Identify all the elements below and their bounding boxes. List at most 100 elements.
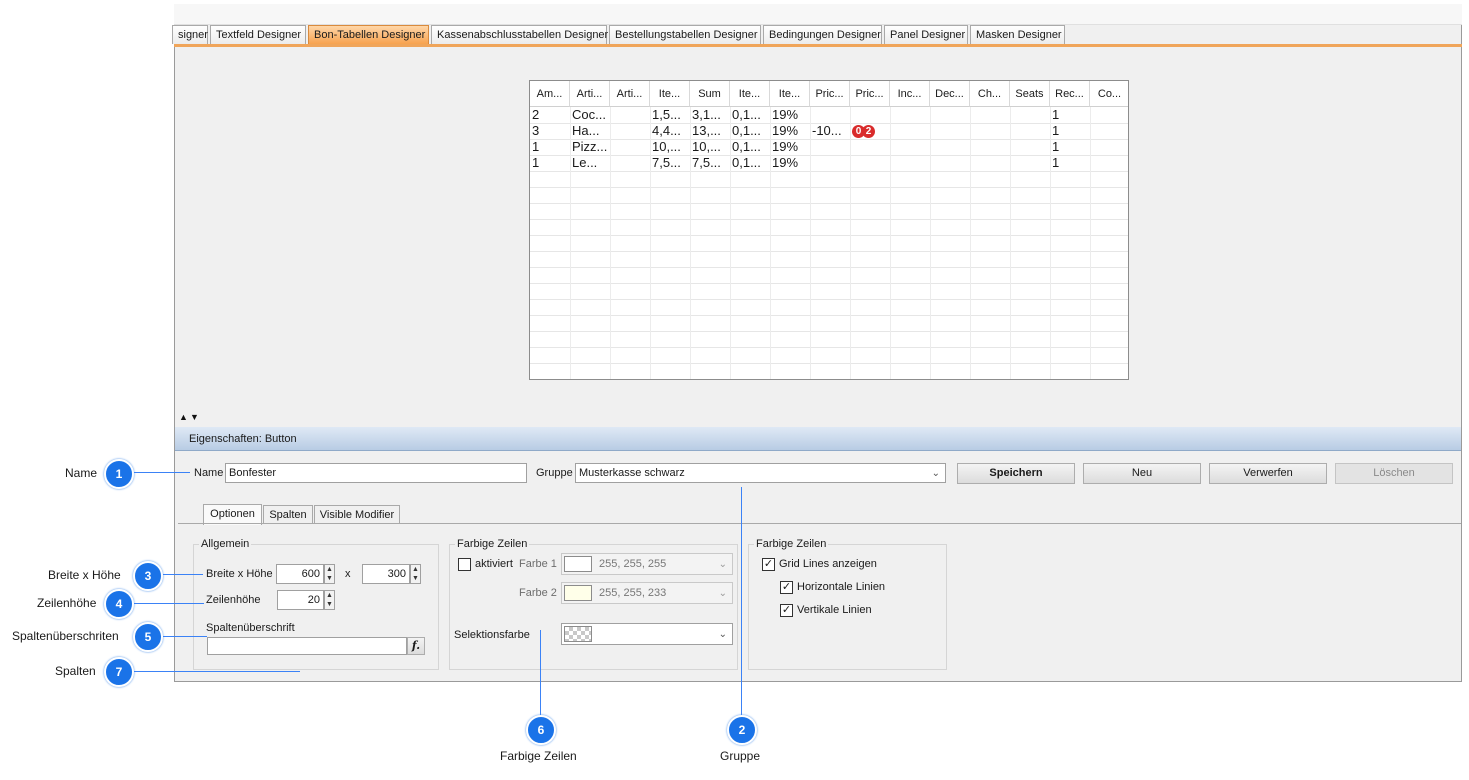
- color2-select: 255, 255, 233 ⌄: [561, 582, 733, 604]
- grid-line-horizontal: [530, 379, 1128, 380]
- grid-lines-title: Farbige Zeilen: [754, 538, 829, 550]
- tab-label: Bestellungstabellen Designer: [615, 29, 758, 41]
- table-cell: 7,5...: [692, 155, 721, 170]
- column-header[interactable]: Arti...: [610, 81, 650, 107]
- table-cell: 1: [1052, 139, 1060, 154]
- horizontal-lines-label: Horizontale Linien: [797, 581, 886, 593]
- tab-spalten[interactable]: Spalten: [263, 505, 313, 524]
- width-spinner[interactable]: ▲ ▼: [324, 564, 335, 584]
- grid-line-horizontal: [530, 155, 1128, 156]
- row-height-input[interactable]: 20: [277, 590, 324, 610]
- tab-masken-designer[interactable]: Masken Designer: [970, 25, 1065, 44]
- panel-splitter[interactable]: ▲ ▼: [175, 411, 1461, 425]
- chevron-down-icon: ⌄: [931, 468, 940, 479]
- spin-down-icon[interactable]: ▼: [411, 574, 420, 583]
- spin-down-icon[interactable]: ▼: [325, 600, 334, 609]
- grid-line-horizontal: [530, 315, 1128, 316]
- formula-icon[interactable]: f.: [407, 637, 425, 655]
- column-header[interactable]: Ite...: [770, 81, 810, 107]
- color1-value: 255, 255, 255: [599, 558, 667, 570]
- table-cell: 0,1...: [732, 155, 761, 170]
- grid-line-horizontal: [530, 219, 1128, 220]
- new-button[interactable]: Neu: [1083, 463, 1201, 484]
- table-cell: 19%: [772, 107, 799, 122]
- table-cell: 0,1...: [732, 107, 761, 122]
- height-input[interactable]: 300: [362, 564, 410, 584]
- tab-optionen[interactable]: Optionen: [203, 504, 262, 525]
- grid-lines-checkbox[interactable]: ✓: [762, 558, 775, 571]
- color2-value: 255, 255, 233: [599, 587, 667, 599]
- color2-label: Farbe 2: [519, 587, 557, 599]
- expand-down-icon[interactable]: ▼: [190, 412, 199, 422]
- color1-label: Farbe 1: [519, 558, 557, 570]
- color2-swatch: [564, 585, 592, 601]
- spin-down-icon[interactable]: ▼: [325, 574, 334, 583]
- grid-line-horizontal: [530, 203, 1128, 204]
- transparent-swatch-icon: [564, 626, 592, 642]
- badge-icon: 2: [862, 125, 875, 138]
- tab-visible-modifier[interactable]: Visible Modifier: [314, 505, 400, 524]
- save-button[interactable]: Speichern: [957, 463, 1075, 484]
- column-header[interactable]: Inc...: [890, 81, 930, 107]
- grid-line-vertical: [930, 107, 931, 379]
- activated-label: aktiviert: [475, 558, 513, 570]
- name-input[interactable]: Bonfester: [225, 463, 527, 483]
- receipt-table-preview[interactable]: Am... Arti... Arti... Ite... Sum Ite... Ite...…: [529, 80, 1129, 380]
- table-cell: 3: [532, 123, 540, 138]
- subtab-line: [178, 523, 1461, 524]
- column-header[interactable]: Pric...: [850, 81, 890, 107]
- callout-label-size: Breite x Höhe: [48, 568, 121, 582]
- selection-color-select[interactable]: ⌄: [561, 623, 733, 645]
- callout-line: [134, 472, 190, 473]
- collapse-up-icon[interactable]: ▲: [179, 412, 188, 422]
- callout-label-colored-rows: Farbige Zeilen: [500, 749, 577, 763]
- column-header[interactable]: Dec...: [930, 81, 970, 107]
- column-header[interactable]: Ite...: [650, 81, 690, 107]
- name-label: Name: [194, 467, 224, 479]
- column-header-label: Spaltenüberschrift: [206, 622, 295, 634]
- column-header[interactable]: Arti...: [570, 81, 610, 107]
- height-spinner[interactable]: ▲ ▼: [410, 564, 421, 584]
- tab-designer-partial[interactable]: signer: [172, 25, 208, 44]
- discard-button[interactable]: Verwerfen: [1209, 463, 1327, 484]
- tab-kassenabschlusstabellen-designer[interactable]: Kassenabschlusstabellen Designer: [431, 25, 608, 44]
- activated-checkbox[interactable]: [458, 558, 471, 571]
- callout-badge-2: 2: [727, 715, 757, 745]
- column-header[interactable]: Ite...: [730, 81, 770, 107]
- callout-badge-3: 3: [133, 561, 163, 591]
- spin-up-icon[interactable]: ▲: [411, 565, 420, 574]
- tab-bedingungen-designer[interactable]: Bedingungen Designer: [763, 25, 882, 44]
- column-header[interactable]: Am...: [530, 81, 570, 107]
- table-cell: 19%: [772, 155, 799, 170]
- chevron-down-icon: ⌄: [718, 629, 727, 640]
- grid-line-vertical: [850, 107, 851, 379]
- horizontal-lines-checkbox[interactable]: ✓: [780, 581, 793, 594]
- tab-bestellungstabellen-designer[interactable]: Bestellungstabellen Designer: [609, 25, 761, 44]
- column-header-input[interactable]: [207, 637, 407, 655]
- tab-bon-tabellen-designer[interactable]: Bon-Tabellen Designer: [308, 25, 429, 44]
- column-header[interactable]: Sum: [690, 81, 730, 107]
- column-header[interactable]: Seats: [1010, 81, 1050, 107]
- column-header[interactable]: Pric...: [810, 81, 850, 107]
- column-header[interactable]: Rec...: [1050, 81, 1090, 107]
- tab-label: Masken Designer: [976, 29, 1062, 41]
- column-header[interactable]: Co...: [1090, 81, 1128, 107]
- grid-line-horizontal: [530, 299, 1128, 300]
- grid-line-vertical: [890, 107, 891, 379]
- tab-panel-designer[interactable]: Panel Designer: [884, 25, 968, 44]
- column-header[interactable]: Ch...: [970, 81, 1010, 107]
- tab-label: Panel Designer: [890, 29, 966, 41]
- vertical-lines-checkbox[interactable]: ✓: [780, 604, 793, 617]
- group-value: Musterkasse schwarz: [579, 467, 685, 479]
- group-select[interactable]: Musterkasse schwarz ⌄: [575, 463, 946, 483]
- tab-label: signer: [178, 29, 208, 41]
- tab-label: Bon-Tabellen Designer: [314, 29, 426, 41]
- callout-label-row-height: Zeilenhöhe: [37, 596, 97, 610]
- spin-up-icon[interactable]: ▲: [325, 565, 334, 574]
- delete-button: Löschen: [1335, 463, 1453, 484]
- width-input[interactable]: 600: [276, 564, 324, 584]
- row-height-spinner[interactable]: ▲ ▼: [324, 590, 335, 610]
- spin-up-icon[interactable]: ▲: [325, 591, 334, 600]
- table-cell: 19%: [772, 139, 799, 154]
- tab-textfeld-designer[interactable]: Textfeld Designer: [210, 25, 306, 44]
